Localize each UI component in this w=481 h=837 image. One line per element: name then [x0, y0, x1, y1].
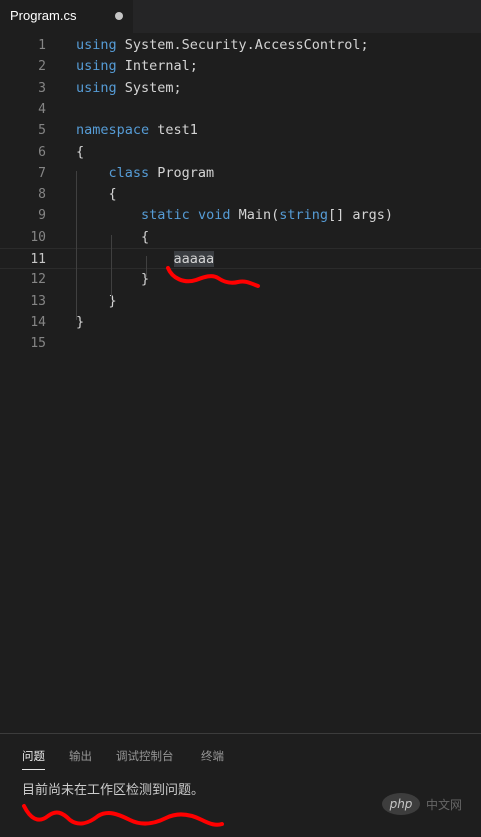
line-number: 9 [38, 208, 46, 224]
code-line[interactable]: 15 [0, 333, 481, 354]
code-text[interactable]: using System; [76, 78, 182, 99]
code-text[interactable]: { [76, 184, 117, 205]
code-token: Internal; [116, 58, 198, 75]
line-number: 11 [30, 252, 46, 267]
indent-guide [146, 256, 147, 277]
line-number: 6 [38, 144, 46, 160]
indent-guide [76, 171, 77, 320]
panel-tab-terminal[interactable]: 终端 [201, 748, 224, 769]
code-token: test1 [149, 122, 198, 139]
code-token: [] args) [328, 207, 394, 224]
code-text[interactable]: } [76, 269, 149, 290]
code-text[interactable]: using System.Security.AccessControl; [76, 35, 369, 56]
code-line[interactable]: 7 class Program [0, 163, 481, 184]
problems-message: 目前尚未在工作区检测到问题。 [22, 783, 205, 798]
line-number: 1 [38, 38, 46, 53]
panel-tab-problems[interactable]: 问题 [22, 748, 45, 770]
code-editor[interactable]: 1 using System.Security.AccessControl; 2 us… [0, 33, 481, 733]
code-text[interactable]: namespace test1 [76, 120, 198, 141]
code-line[interactable]: 3 using System; [0, 78, 481, 99]
code-line[interactable]: 13 } [0, 291, 481, 312]
line-number: 13 [30, 293, 46, 309]
code-token: } [76, 313, 85, 330]
keyword-token: string [279, 207, 329, 224]
editor-tab-bar: Program.cs [0, 0, 481, 33]
red-annotation-stroke-bottom [22, 804, 224, 827]
panel-tab-debug-console[interactable]: 调试控制台 [116, 748, 174, 769]
code-text[interactable]: } [76, 312, 84, 333]
keyword-token: using [76, 79, 117, 96]
code-token: System; [116, 79, 182, 96]
php-logo-icon: php [382, 793, 420, 815]
keyword-token: static [141, 207, 190, 224]
indent-guide [111, 235, 112, 299]
keyword-token: using [76, 58, 117, 75]
code-line[interactable]: 1 using System.Security.AccessControl; [0, 35, 481, 56]
panel-tab-output[interactable]: 输出 [69, 748, 92, 769]
keyword-token: using [76, 37, 117, 53]
code-text[interactable]: class Program [76, 163, 215, 184]
line-number: 14 [30, 314, 46, 330]
red-annotation-stroke [166, 266, 260, 288]
line-number: 8 [38, 187, 46, 203]
code-token: { [76, 186, 117, 203]
line-number: 2 [38, 59, 46, 75]
code-text[interactable]: using Internal; [76, 56, 198, 77]
code-token: System.Security.AccessControl; [116, 37, 369, 53]
code-token: } [76, 271, 150, 288]
keyword-token: class [108, 164, 150, 181]
code-line[interactable]: 2 using Internal; [0, 56, 481, 77]
line-number: 4 [38, 101, 46, 117]
code-token: Main( [230, 207, 280, 224]
code-line[interactable]: 4 [0, 99, 481, 120]
code-token: Program [149, 164, 215, 181]
code-line[interactable]: 6{ [0, 142, 481, 163]
watermark-text: 中文网 [426, 798, 463, 812]
code-line[interactable]: 10 { [0, 227, 481, 248]
keyword-token: namespace [76, 122, 150, 139]
code-line[interactable]: 8 { [0, 184, 481, 205]
line-number: 5 [38, 123, 46, 139]
line-number: 3 [38, 80, 46, 96]
code-line[interactable]: 5 namespace test1 [0, 120, 481, 141]
tab-title: Program.cs [10, 8, 77, 23]
code-line[interactable]: 14} [0, 312, 481, 333]
code-text[interactable]: static void Main(string[] args) [76, 205, 393, 226]
code-token: { [76, 228, 150, 245]
unsaved-dot-icon[interactable] [115, 12, 123, 20]
line-number: 7 [38, 165, 46, 181]
keyword-token: void [197, 207, 231, 224]
line-number: 12 [30, 272, 46, 288]
line-number: 15 [30, 336, 46, 352]
code-token: { [76, 143, 85, 160]
editor-tab-program-cs[interactable]: Program.cs [0, 0, 133, 33]
code-line[interactable]: 9 static void Main(string[] args) [0, 205, 481, 226]
code-text[interactable]: { [76, 142, 84, 163]
line-number: 10 [30, 229, 46, 245]
code-text[interactable]: { [76, 227, 149, 248]
